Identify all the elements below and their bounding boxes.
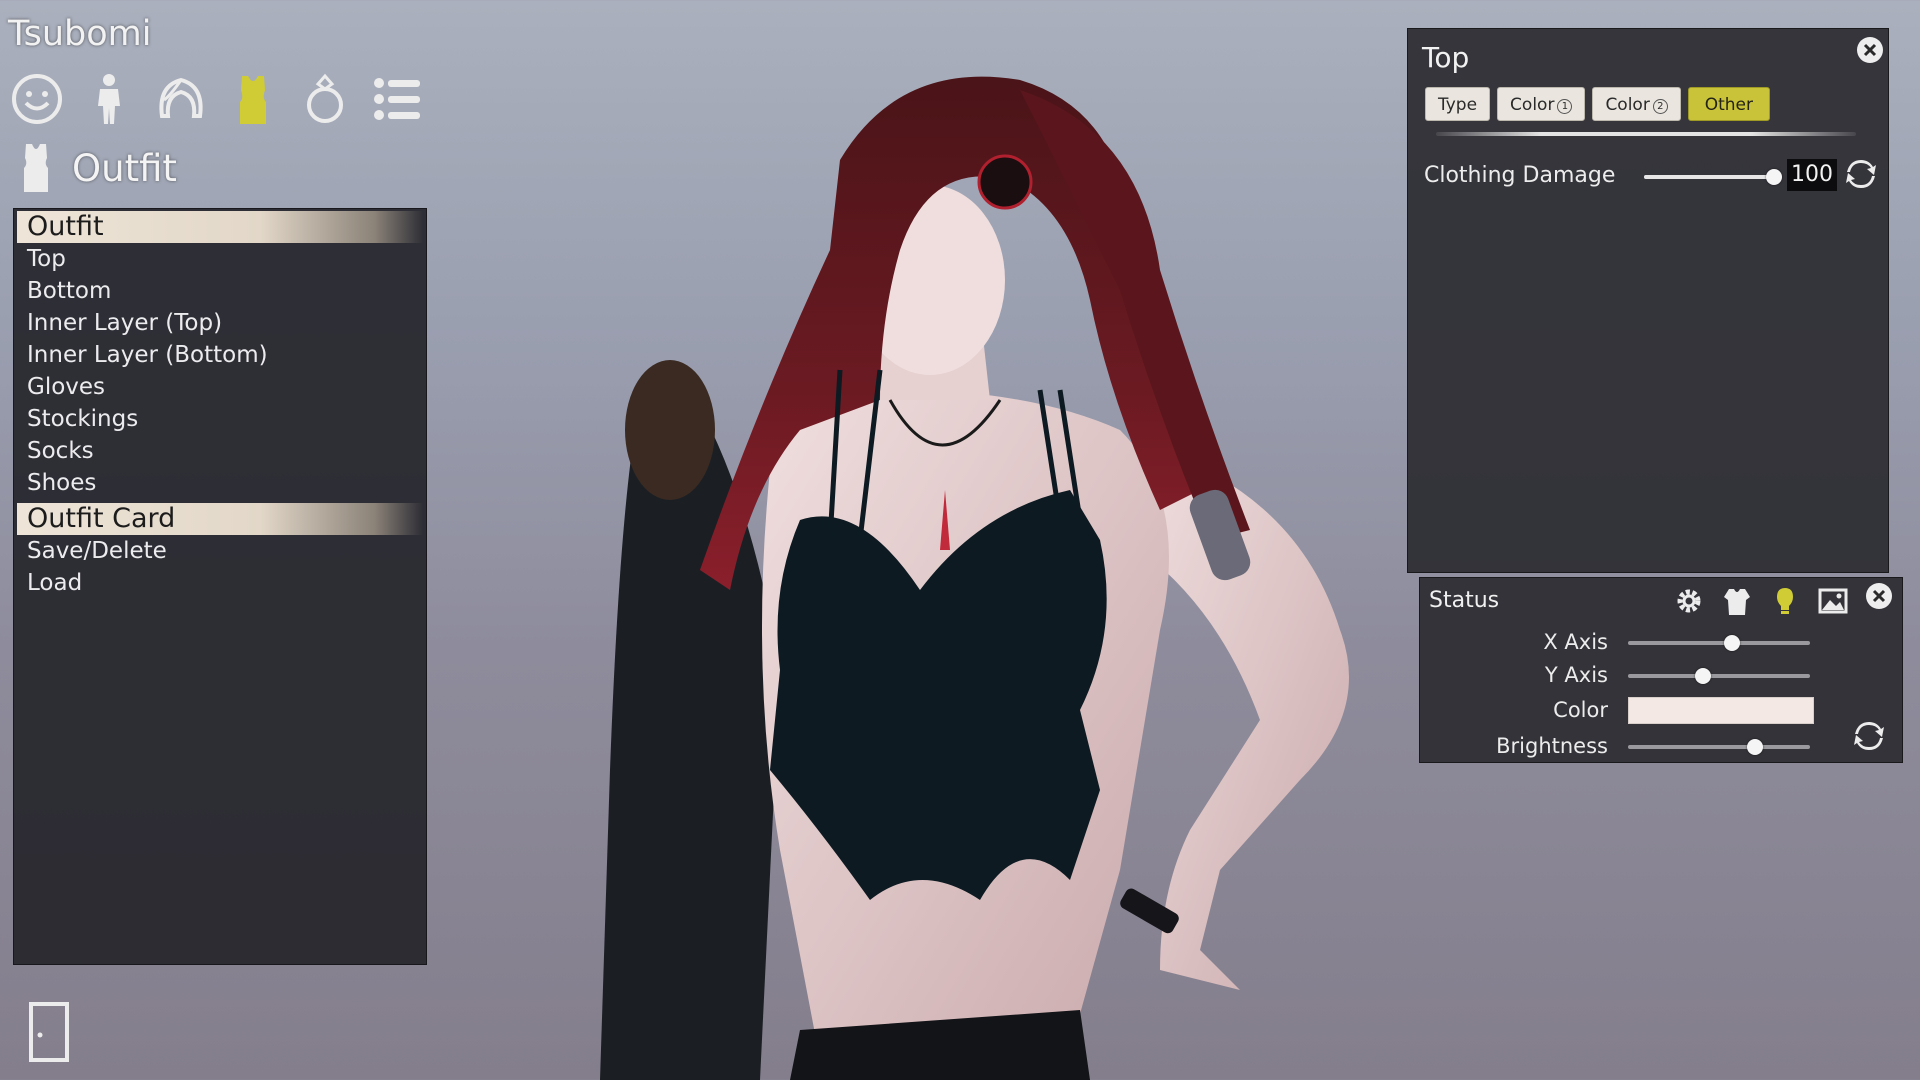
menu-item-save-delete[interactable]: Save/Delete xyxy=(14,535,426,567)
clothing-icon[interactable] xyxy=(1720,584,1754,618)
close-icon xyxy=(1872,589,1886,603)
hair-icon[interactable] xyxy=(152,70,210,128)
clothing-damage-slider[interactable] xyxy=(1644,167,1782,187)
reset-icon[interactable] xyxy=(1844,159,1878,189)
menu-item-bottom[interactable]: Bottom xyxy=(14,275,426,307)
tab-label: Color xyxy=(1510,95,1555,115)
close-icon xyxy=(1863,43,1877,57)
exit-button[interactable] xyxy=(28,1001,70,1063)
slider-knob[interactable] xyxy=(1747,739,1764,755)
close-button[interactable] xyxy=(1866,583,1892,609)
clothing-damage-label: Clothing Damage xyxy=(1424,163,1616,188)
category-bar xyxy=(8,70,426,130)
divider xyxy=(1436,132,1856,136)
clothing-damage-value-input[interactable]: 100 xyxy=(1787,159,1837,191)
status-panel: Status X Axis Y Axis Color Brightness xyxy=(1419,577,1903,763)
brightness-row: Brightness xyxy=(1420,732,1904,762)
menu-item-inner-layer-top[interactable]: Inner Layer (Top) xyxy=(14,307,426,339)
brightness-label: Brightness xyxy=(1496,734,1608,758)
accessory-icon[interactable] xyxy=(296,70,354,128)
character-name: Tsubomi xyxy=(8,14,152,54)
character-model[interactable] xyxy=(600,70,1400,1080)
outfit-menu-panel: Outfit Top Bottom Inner Layer (Top) Inne… xyxy=(13,208,427,965)
clothing-damage-row: Clothing Damage 100 xyxy=(1424,157,1884,197)
slider-knob[interactable] xyxy=(1723,635,1740,651)
light-bulb-icon[interactable] xyxy=(1768,584,1802,618)
menu-item-gloves[interactable]: Gloves xyxy=(14,371,426,403)
close-button[interactable] xyxy=(1857,37,1883,63)
shirt-icon xyxy=(24,144,48,192)
section-title: Outfit xyxy=(72,146,177,190)
group-header-outfit-card: Outfit Card xyxy=(17,503,423,535)
menu-item-inner-layer-bottom[interactable]: Inner Layer (Bottom) xyxy=(14,339,426,371)
body-icon[interactable] xyxy=(80,70,138,128)
tab-number: 1 xyxy=(1557,99,1573,114)
tab-label: Other xyxy=(1704,95,1753,115)
y-axis-label: Y Axis xyxy=(1544,663,1608,687)
y-axis-row: Y Axis xyxy=(1420,661,1904,691)
door-icon xyxy=(29,1002,69,1062)
color-label: Color xyxy=(1553,698,1608,722)
group-header-outfit: Outfit xyxy=(17,211,423,243)
x-axis-label: X Axis xyxy=(1543,630,1608,654)
status-toolbar xyxy=(1672,584,1850,618)
slider-knob[interactable] xyxy=(1766,169,1782,185)
list-icon[interactable] xyxy=(368,70,426,128)
y-axis-slider[interactable] xyxy=(1628,666,1810,686)
section-header: Outfit xyxy=(14,142,177,194)
image-icon[interactable] xyxy=(1816,584,1850,618)
menu-item-shoes[interactable]: Shoes xyxy=(14,467,426,499)
outfit-icon[interactable] xyxy=(224,70,282,128)
panel-title: Top xyxy=(1422,41,1470,74)
reset-icon[interactable] xyxy=(1852,721,1886,751)
tab-bar: Type Color 1 Color 2 Other xyxy=(1425,87,1770,121)
status-title: Status xyxy=(1429,588,1500,613)
brightness-slider[interactable] xyxy=(1628,737,1810,757)
x-axis-slider[interactable] xyxy=(1628,633,1810,653)
tab-color-2[interactable]: Color 2 xyxy=(1592,87,1681,121)
tab-type[interactable]: Type xyxy=(1425,87,1491,121)
face-icon[interactable] xyxy=(8,70,66,128)
tab-label: Color xyxy=(1605,95,1650,115)
color-row: Color xyxy=(1420,696,1904,726)
menu-item-socks[interactable]: Socks xyxy=(14,435,426,467)
color-swatch[interactable] xyxy=(1628,697,1814,724)
top-settings-panel: Top Type Color 1 Color 2 Other Clothing Da… xyxy=(1407,28,1889,573)
tab-color-1[interactable]: Color 1 xyxy=(1497,87,1586,121)
tab-other[interactable]: Other xyxy=(1687,87,1770,121)
gear-icon[interactable] xyxy=(1672,584,1706,618)
x-axis-row: X Axis xyxy=(1420,628,1904,658)
tab-number: 2 xyxy=(1652,99,1668,114)
menu-item-load[interactable]: Load xyxy=(14,567,426,599)
tab-label: Type xyxy=(1438,95,1478,115)
menu-item-stockings[interactable]: Stockings xyxy=(14,403,426,435)
menu-item-top[interactable]: Top xyxy=(14,243,426,275)
slider-knob[interactable] xyxy=(1694,668,1711,684)
